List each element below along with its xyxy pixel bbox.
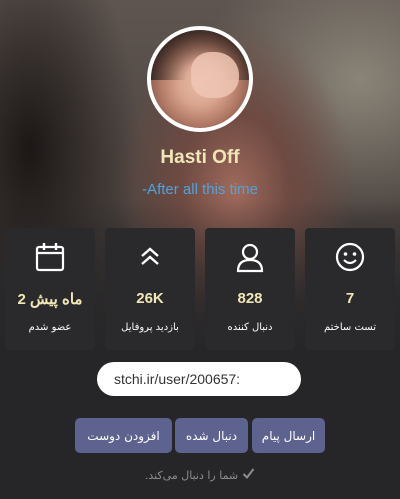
smiley-icon: [305, 241, 395, 273]
user-icon: [205, 241, 295, 273]
stat-card-profile-views: 26K بازدید پروفایل: [105, 228, 195, 350]
avatar[interactable]: [147, 26, 253, 132]
profile-name: Hasti Off: [160, 147, 240, 168]
profile-link-field[interactable]: stchi.ir/user/200657:: [97, 362, 301, 396]
stat-card-member-since: 2 ماه پیش عضو شدم: [5, 228, 95, 350]
profile-bio: -After all this time: [142, 181, 258, 198]
stat-value: 7: [345, 290, 355, 307]
check-icon: [242, 467, 255, 483]
stat-value: 828: [237, 290, 263, 307]
add-friend-button[interactable]: افزودن دوست: [75, 418, 172, 453]
stat-label: بازدید پروفایل: [121, 322, 179, 333]
send-message-button[interactable]: ارسال پیام: [252, 418, 325, 453]
stat-label: تست ساختم: [324, 322, 376, 333]
stat-value: 26K: [136, 290, 164, 307]
profile-link-text: stchi.ir/user/200657:: [114, 371, 241, 387]
stat-label: عضو شدم: [28, 322, 72, 333]
follows-you-note: شما را دنبال می‌کند.: [0, 467, 400, 483]
follows-you-text: شما را دنبال می‌کند.: [144, 468, 239, 482]
stats-row: 2 ماه پیش عضو شدم 26K بازدید پروفایل 828…: [5, 228, 395, 350]
stat-label: دنبال کننده: [227, 322, 273, 333]
stat-value: 2 ماه پیش: [17, 291, 83, 308]
calendar-icon: [5, 241, 95, 273]
avatar-hand: [191, 52, 239, 98]
stat-card-tests-made[interactable]: 7 تست ساختم: [305, 228, 395, 350]
double-chevron-up-icon: [105, 241, 195, 273]
followed-button[interactable]: دنبال شده: [175, 418, 248, 453]
stat-card-followers[interactable]: 828 دنبال کننده: [205, 228, 295, 350]
